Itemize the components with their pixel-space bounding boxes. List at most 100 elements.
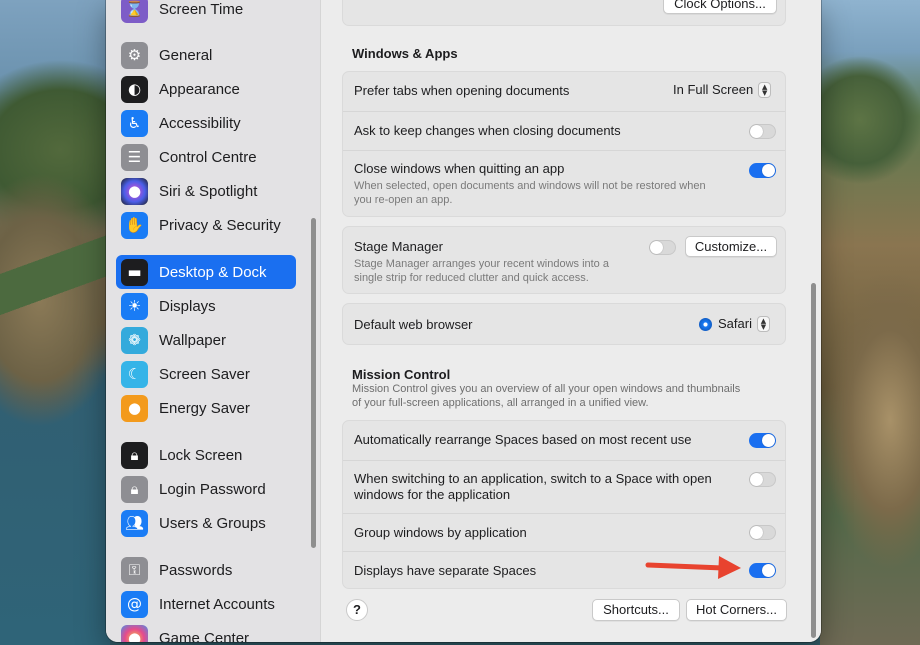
auto-rearrange-row: Automatically rearrange Spaces based on … bbox=[343, 421, 785, 459]
lock-icon: 🔒︎ bbox=[121, 475, 148, 503]
browser-value: Safari bbox=[718, 316, 752, 331]
clock-group: Clock Options... bbox=[342, 0, 786, 26]
desktop-wallpaper-right bbox=[820, 0, 920, 645]
bulb-icon: ● bbox=[121, 394, 148, 422]
ask-keep-label: Ask to keep changes when closing documen… bbox=[354, 123, 621, 138]
windows-apps-title: Windows & Apps bbox=[352, 46, 458, 61]
sidebar-item-lock-screen[interactable]: 🔒︎ Lock Screen bbox=[116, 438, 296, 472]
sidebar-item-desktop-dock[interactable]: ▬ Desktop & Dock bbox=[116, 255, 296, 289]
stage-manager-group: Stage Manager Stage Manager arranges you… bbox=[342, 226, 786, 294]
stage-manager-label: Stage Manager bbox=[354, 239, 443, 254]
switch-space-toggle[interactable] bbox=[749, 472, 776, 487]
sidebar-item-label: Energy Saver bbox=[159, 399, 250, 417]
sidebar-item-label: Siri & Spotlight bbox=[159, 182, 258, 200]
at-icon: @ bbox=[121, 590, 148, 618]
hot-corners-button[interactable]: Hot Corners... bbox=[686, 599, 787, 621]
sidebar-scrollbar[interactable] bbox=[311, 218, 316, 548]
sidebar-item-siri-spotlight[interactable]: ● Siri & Spotlight bbox=[116, 174, 296, 208]
sidebar-item-label: Accessibility bbox=[159, 114, 241, 132]
sidebar-item-label: General bbox=[159, 46, 213, 64]
clock-options-button[interactable]: Clock Options... bbox=[663, 0, 777, 14]
desktop-wallpaper-left bbox=[0, 0, 110, 645]
sidebar-item-appearance[interactable]: ◐ Appearance bbox=[116, 72, 296, 106]
help-button[interactable]: ? bbox=[346, 599, 368, 621]
system-settings-window: ⌛ Screen Time ⚙ General ◐ Appearance ♿ A… bbox=[106, 0, 821, 642]
stage-manager-sub2: single strip for reduced clutter and qui… bbox=[354, 272, 589, 284]
shortcuts-button[interactable]: Shortcuts... bbox=[592, 599, 680, 621]
sidebar-item-label: Internet Accounts bbox=[159, 595, 275, 613]
separate-spaces-label: Displays have separate Spaces bbox=[354, 563, 537, 578]
mission-control-title: Mission Control bbox=[352, 367, 451, 382]
main-scrollbar[interactable] bbox=[811, 283, 816, 638]
sidebar-item-accessibility[interactable]: ♿ Accessibility bbox=[116, 106, 296, 140]
safari-icon bbox=[699, 317, 712, 331]
sidebar-item-label: Screen Time bbox=[159, 0, 244, 18]
sun-icon: ☀ bbox=[121, 292, 148, 320]
close-windows-sub2: you re-open an app. bbox=[354, 194, 453, 206]
sidebar-item-screen-time[interactable]: ⌛ Screen Time bbox=[116, 0, 296, 26]
sidebar-item-control-centre[interactable]: ☰ Control Centre bbox=[116, 140, 296, 174]
moon-icon: ☾ bbox=[121, 360, 148, 388]
ask-keep-row: Ask to keep changes when closing documen… bbox=[343, 111, 785, 149]
sidebar-item-label: Displays bbox=[159, 297, 216, 315]
group-windows-toggle[interactable] bbox=[749, 525, 776, 540]
auto-rearrange-label: Automatically rearrange Spaces based on … bbox=[354, 432, 692, 447]
gear-icon: ⚙ bbox=[121, 41, 148, 69]
sidebar-item-general[interactable]: ⚙ General bbox=[116, 38, 296, 72]
flower-icon: ❁ bbox=[121, 326, 148, 354]
accessibility-icon: ♿ bbox=[121, 109, 148, 137]
control-centre-icon: ☰ bbox=[121, 143, 148, 171]
sidebar-item-internet-accounts[interactable]: @ Internet Accounts bbox=[116, 587, 296, 621]
prefer-tabs-row: Prefer tabs when opening documents In Fu… bbox=[343, 72, 785, 110]
close-windows-toggle[interactable] bbox=[749, 163, 776, 178]
sidebar-item-privacy-security[interactable]: ✋ Privacy & Security bbox=[116, 208, 296, 242]
browser-popup[interactable]: Safari ▲ ▼ bbox=[699, 316, 770, 332]
sidebar-item-label: Control Centre bbox=[159, 148, 257, 166]
mission-control-desc1: Mission Control gives you an overview of… bbox=[352, 383, 741, 395]
switch-space-label1: When switching to an application, switch… bbox=[354, 471, 712, 486]
ask-keep-toggle[interactable] bbox=[749, 124, 776, 139]
sidebar-item-label: Passwords bbox=[159, 561, 233, 579]
group-windows-label: Group windows by application bbox=[354, 525, 527, 540]
stage-manager-toggle[interactable] bbox=[649, 240, 676, 255]
auto-rearrange-toggle[interactable] bbox=[749, 433, 776, 448]
sidebar-item-label: Wallpaper bbox=[159, 331, 226, 349]
lock-screen-icon: 🔒︎ bbox=[121, 441, 148, 469]
sidebar-item-label: Lock Screen bbox=[159, 446, 243, 464]
siri-icon: ● bbox=[121, 177, 148, 205]
mission-control-desc2: of your full-screen applications, all ar… bbox=[352, 397, 649, 409]
sidebar-item-displays[interactable]: ☀ Displays bbox=[116, 289, 296, 323]
close-windows-label: Close windows when quitting an app bbox=[354, 161, 565, 176]
stage-manager-sub1: Stage Manager arranges your recent windo… bbox=[354, 258, 609, 270]
windows-apps-group: Prefer tabs when opening documents In Fu… bbox=[342, 71, 786, 217]
sidebar-item-users-groups[interactable]: 👥︎ Users & Groups bbox=[116, 506, 296, 540]
sidebar-item-game-center[interactable]: ● Game Center bbox=[116, 621, 296, 642]
game-center-icon: ● bbox=[121, 624, 148, 642]
appearance-icon: ◐ bbox=[121, 75, 148, 103]
sidebar-item-screen-saver[interactable]: ☾ Screen Saver bbox=[116, 357, 296, 391]
sidebar-item-passwords[interactable]: ⚿ Passwords bbox=[116, 553, 296, 587]
browser-label: Default web browser bbox=[354, 317, 473, 332]
users-icon: 👥︎ bbox=[121, 509, 148, 537]
close-windows-row: Close windows when quitting an app When … bbox=[343, 150, 785, 217]
close-windows-sub1: When selected, open documents and window… bbox=[354, 180, 706, 192]
sidebar: ⌛ Screen Time ⚙ General ◐ Appearance ♿ A… bbox=[106, 0, 321, 642]
prefer-tabs-popup[interactable]: In Full Screen ▲ ▼ bbox=[673, 82, 772, 98]
dock-icon: ▬ bbox=[121, 258, 148, 286]
customize-button[interactable]: Customize... bbox=[685, 236, 777, 257]
red-arrow-annotation bbox=[645, 556, 741, 579]
sidebar-item-label: Users & Groups bbox=[159, 514, 266, 532]
separate-spaces-toggle[interactable] bbox=[749, 563, 776, 578]
sidebar-item-label: Game Center bbox=[159, 629, 250, 643]
switch-space-row: When switching to an application, switch… bbox=[343, 460, 785, 512]
sidebar-item-energy-saver[interactable]: ● Energy Saver bbox=[116, 391, 296, 425]
sidebar-item-label: Login Password bbox=[159, 480, 266, 498]
prefer-tabs-value: In Full Screen bbox=[673, 82, 754, 97]
chevron-updown-icon: ▲ ▼ bbox=[758, 82, 772, 98]
sidebar-item-wallpaper[interactable]: ❁ Wallpaper bbox=[116, 323, 296, 357]
hourglass-icon: ⌛ bbox=[121, 0, 148, 23]
sidebar-item-login-password[interactable]: 🔒︎ Login Password bbox=[116, 472, 296, 506]
key-icon: ⚿ bbox=[121, 556, 148, 584]
hand-icon: ✋ bbox=[121, 211, 148, 239]
main-pane: Clock Options... Windows & Apps Prefer t… bbox=[322, 0, 821, 642]
